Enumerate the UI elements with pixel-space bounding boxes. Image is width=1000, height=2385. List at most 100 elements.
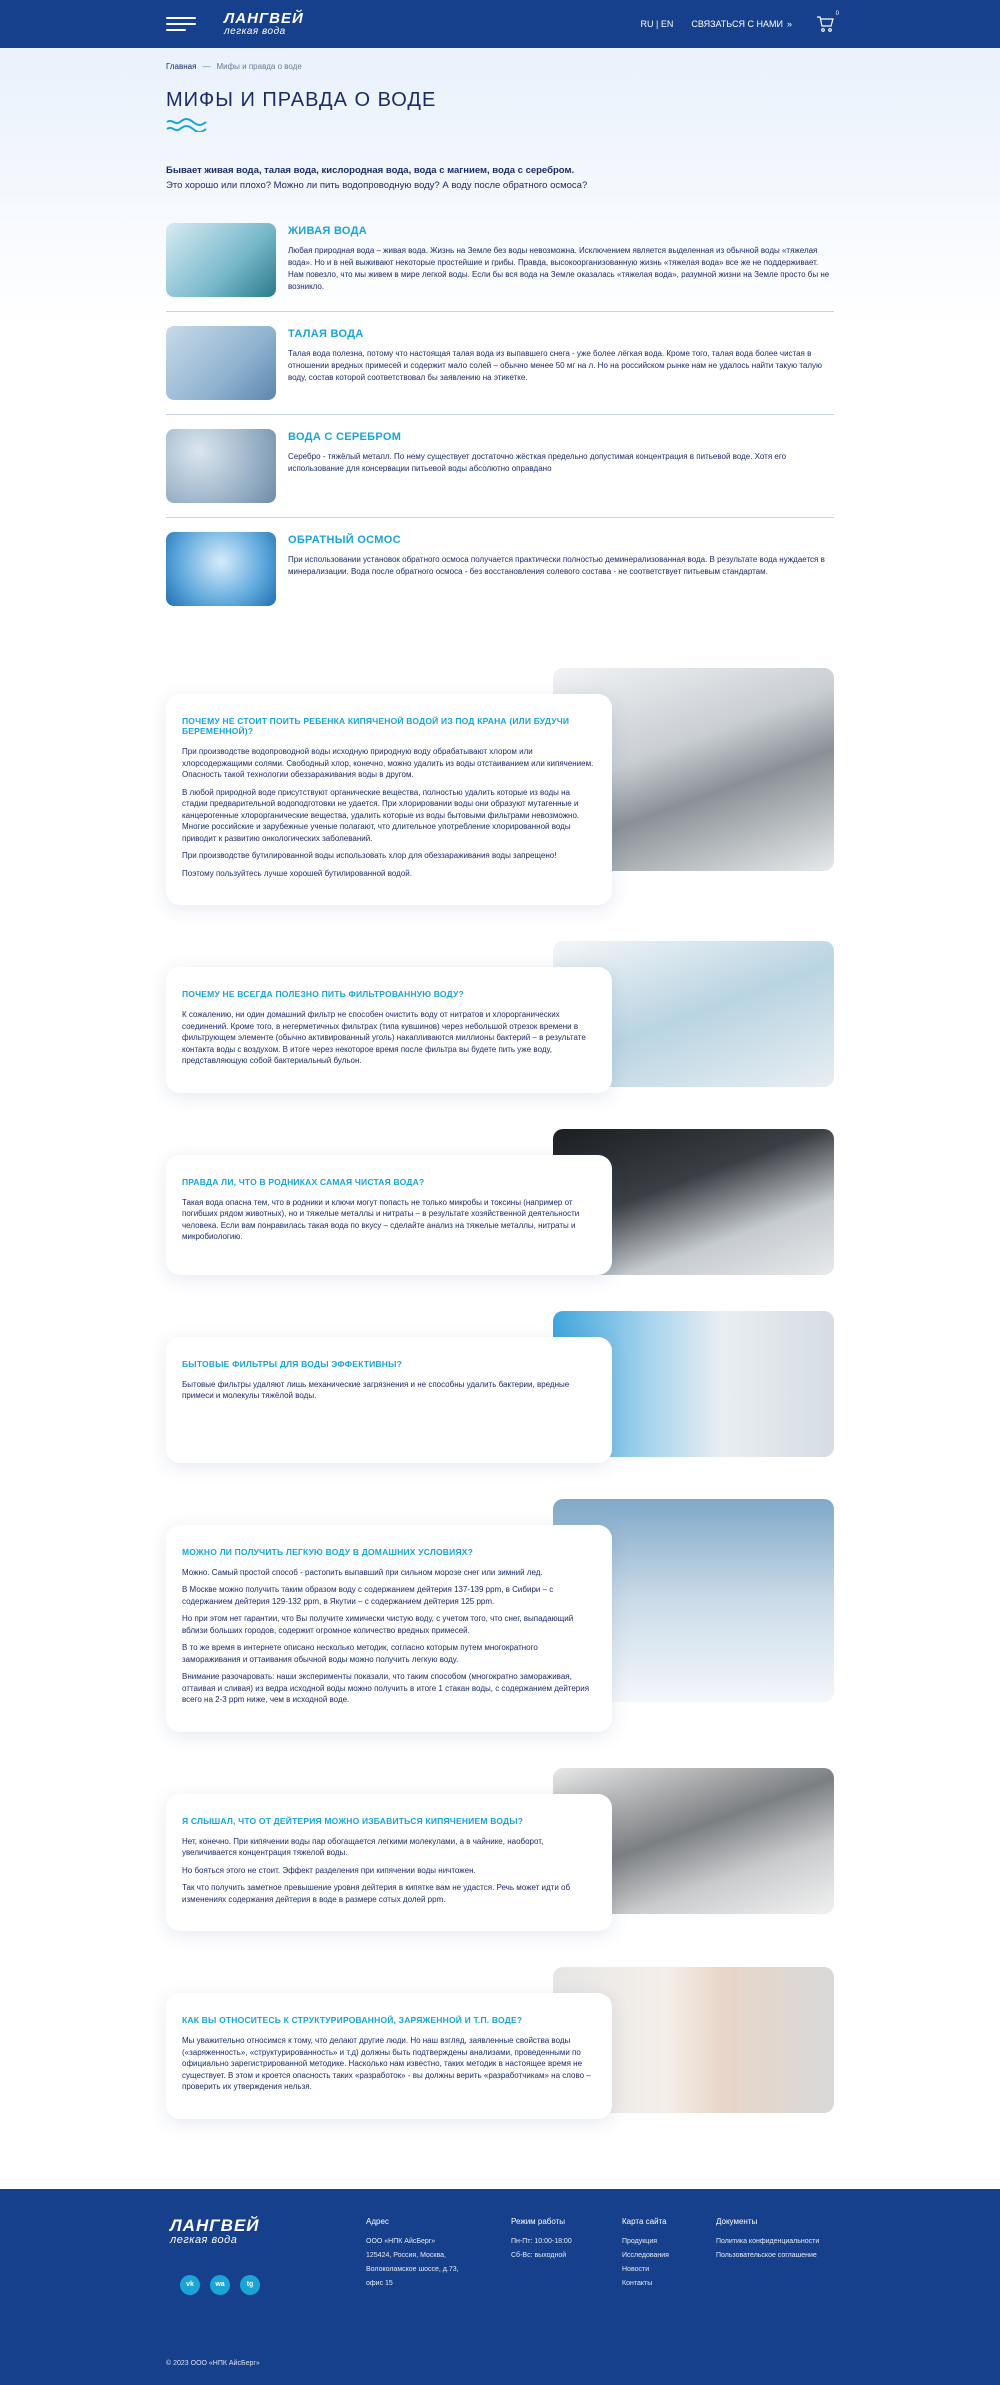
qa-paragraph: Такая вода опасна тем, что в родники и к… <box>182 1197 580 1242</box>
footer-hours-title: Режим работы <box>511 2216 566 2226</box>
footer-logo-main: ЛАНГВЕЙ <box>170 2215 260 2235</box>
topic-image <box>166 429 276 503</box>
qa-title: МОЖНО ЛИ ПОЛУЧИТЬ ЛЕГКУЮ ВОДУ В ДОМАШНИХ… <box>182 1546 474 1557</box>
footer-address-line: Волоколамское шоссе, д.73, <box>366 2265 459 2273</box>
topic-title: ОБРАТНЫЙ ОСМОС <box>288 534 401 546</box>
footer-link-products[interactable]: Продукция <box>622 2237 692 2247</box>
footer-link-research[interactable]: Исследования <box>622 2251 692 2261</box>
topics-list: ЖИВАЯ ВОДА Любая природная вода – живая в… <box>166 209 834 620</box>
qa-paragraph: Нет, конечно. При кипячении воды пар обо… <box>182 1836 544 1858</box>
footer-address-line: 125424, Россия, Москва, <box>366 2251 446 2259</box>
qa-paragraph: Но бояться этого не стоит. Эффект раздел… <box>182 1865 476 1875</box>
qa-block: ПОЧЕМУ НЕ ВСЕГДА ПОЛЕЗНО ПИТЬ ФИЛЬТРОВАН… <box>166 941 834 1093</box>
topic-image <box>166 532 276 606</box>
cart-icon[interactable]: 0 <box>816 11 839 33</box>
qa-card: ПОЧЕМУ НЕ ВСЕГДА ПОЛЕЗНО ПИТЬ ФИЛЬТРОВАН… <box>166 967 612 1093</box>
qa-block: БЫТОВЫЕ ФИЛЬТРЫ ДЛЯ ВОДЫ ЭФФЕКТИВНЫ? Быт… <box>166 1310 834 1463</box>
qa-block: ПОЧЕМУ НЕ СТОИТ ПОИТЬ РЕБЕНКА КИПЯЧЕНОЙ … <box>166 668 834 905</box>
qa-paragraph: В Москве можно получить таким образом во… <box>182 1585 554 1606</box>
topic-item: ОБРАТНЫЙ ОСМОС При использовании установо… <box>166 518 834 620</box>
qa-paragraph: Бытовые фильтры удаляют лишь механически… <box>182 1379 570 1401</box>
qa-card: ПОЧЕМУ НЕ СТОИТ ПОИТЬ РЕБЕНКА КИПЯЧЕНОЙ … <box>166 694 612 905</box>
footer-logo[interactable]: ЛАНГВЕЙ легкая вода <box>170 2217 260 2246</box>
cart-count: 0 <box>835 11 839 17</box>
topic-text: Серебро - тяжёлый металл. По нему сущест… <box>288 452 787 473</box>
footer-address-line: офис 15 <box>366 2279 393 2287</box>
qa-paragraph: При производстве водопроводной воды исхо… <box>182 747 594 779</box>
logo-sub: легкая вода <box>224 26 286 37</box>
breadcrumb-current: Мифы и правда о воде <box>216 62 302 71</box>
topic-item: ЖИВАЯ ВОДА Любая природная вода – живая в… <box>166 209 834 312</box>
topic-title: ТАЛАЯ ВОДА <box>288 328 364 340</box>
qa-paragraph: В то же время в интернете описано нескол… <box>182 1643 538 1664</box>
qa-title: ПОЧЕМУ НЕ ВСЕГДА ПОЛЕЗНО ПИТЬ ФИЛЬТРОВАН… <box>182 989 464 999</box>
topic-item: ТАЛАЯ ВОДА Талая вода полезна, потому что… <box>166 312 834 415</box>
qa-title: КАК ВЫ ОТНОСИТЕСЬ К СТРУКТУРИРОВАННОЙ, З… <box>182 2015 523 2025</box>
footer-link-contacts[interactable]: Контакты <box>622 2279 692 2289</box>
qa-block: Я СЛЫШАЛ, ЧТО ОТ ДЕЙТЕРИЯ МОЖНО ИЗБАВИТЬ… <box>166 1767 834 1931</box>
qa-block: КАК ВЫ ОТНОСИТЕСЬ К СТРУКТУРИРОВАННОЙ, З… <box>166 1967 834 2119</box>
footer-sitemap: Карта сайта Продукция Исследования Новос… <box>622 2217 692 2293</box>
contact-label: СВЯЗАТЬСЯ С НАМИ <box>691 19 783 29</box>
qa-card: ПРАВДА ЛИ, ЧТО В РОДНИКАХ САМАЯ ЧИСТАЯ В… <box>166 1154 612 1275</box>
qa-paragraph: Внимание разочаровать: наши эксперименты… <box>182 1672 590 1704</box>
qa-paragraph: Можно. Самый простой способ - растопить … <box>182 1567 543 1577</box>
qa-title: ПРАВДА ЛИ, ЧТО В РОДНИКАХ САМАЯ ЧИСТАЯ В… <box>182 1176 425 1187</box>
intro: Бывает живая вода, талая вода, кислородн… <box>166 163 834 193</box>
qa-card: МОЖНО ЛИ ПОЛУЧИТЬ ЛЕГКУЮ ВОДУ В ДОМАШНИХ… <box>166 1524 612 1732</box>
contact-button[interactable]: СВЯЗАТЬСЯ С НАМИ » <box>691 19 792 29</box>
qa-block: МОЖНО ЛИ ПОЛУЧИТЬ ЛЕГКУЮ ВОДУ В ДОМАШНИХ… <box>166 1498 834 1732</box>
topic-item: ВОДА С СЕРЕБРОМ Серебро - тяжёлый металл.… <box>166 415 834 518</box>
page-title: МИФЫ И ПРАВДА О ВОДЕ <box>166 89 437 111</box>
footer-address-line: ООО «НПК АйсБерг» <box>366 2237 436 2245</box>
footer-sitemap-title: Карта сайта <box>622 2216 667 2226</box>
footer-address: Адрес ООО «НПК АйсБерг» 125424, Россия, … <box>366 2217 466 2293</box>
intro-bold: Бывает живая вода, талая вода, кислородн… <box>166 165 575 176</box>
footer-hours-line: Сб-Вс: выходной <box>511 2251 567 2259</box>
qa-block: ПРАВДА ЛИ, ЧТО В РОДНИКАХ САМАЯ ЧИСТАЯ В… <box>166 1128 834 1275</box>
footer-documents-title: Документы <box>716 2216 758 2226</box>
social-links: vk wa tg <box>180 2274 260 2295</box>
qa-paragraph: Мы уважительно относимся к тому, что дел… <box>182 2036 591 2091</box>
telegram-icon[interactable]: tg <box>240 2274 260 2295</box>
breadcrumb-home[interactable]: Главная <box>166 62 196 71</box>
menu-icon[interactable] <box>166 17 196 31</box>
qa-paragraph: При производстве бутилированной воды исп… <box>182 851 557 860</box>
qa-paragraph: Так что получить заметное превышение уро… <box>182 1883 571 1904</box>
qa-paragraph: Но при этом нет гарантии, что Вы получит… <box>182 1614 574 1635</box>
qa-card: Я СЛЫШАЛ, ЧТО ОТ ДЕЙТЕРИЯ МОЖНО ИЗБАВИТЬ… <box>166 1793 612 1931</box>
vk-icon[interactable]: vk <box>180 2274 200 2295</box>
qa-paragraph: Поэтому пользуйтесь лучше хорошей бутили… <box>182 868 412 878</box>
topic-title: ЖИВАЯ ВОДА <box>288 225 368 237</box>
footer-hours-line: Пн-Пт: 10:00-18:00 <box>511 2237 572 2245</box>
qa-title: БЫТОВЫЕ ФИЛЬТРЫ ДЛЯ ВОДЫ ЭФФЕКТИВНЫ? <box>182 1358 402 1369</box>
breadcrumb-separator: — <box>202 62 211 71</box>
footer-logo-sub: легкая вода <box>170 2233 238 2246</box>
qa-card: БЫТОВЫЕ ФИЛЬТРЫ ДЛЯ ВОДЫ ЭФФЕКТИВНЫ? Быт… <box>166 1336 612 1463</box>
topic-title: ВОДА С СЕРЕБРОМ <box>288 431 402 443</box>
qa-title: ПОЧЕМУ НЕ СТОИТ ПОИТЬ РЕБЕНКА КИПЯЧЕНОЙ … <box>182 716 570 736</box>
qa-section: ПОЧЕМУ НЕ СТОИТ ПОИТЬ РЕБЕНКА КИПЯЧЕНОЙ … <box>166 668 834 2189</box>
topic-text: При использовании установок обратного ос… <box>288 555 825 576</box>
qa-paragraph: К сожалению, ни один домашний фильтр не … <box>182 1010 586 1065</box>
footer-link-agreement[interactable]: Пользовательское соглашение <box>716 2251 834 2261</box>
qa-card: КАК ВЫ ОТНОСИТЕСЬ К СТРУКТУРИРОВАННОЙ, З… <box>166 1993 612 2119</box>
logo-main: ЛАНГВЕЙ <box>224 10 304 27</box>
site-footer: ЛАНГВЕЙ легкая вода vk wa tg Адрес ООО «… <box>0 2188 1000 2385</box>
topic-text: Талая вода полезна, потому что настоящая… <box>288 349 823 382</box>
topic-image <box>166 223 276 297</box>
copyright: © 2023 ООО «НПК АйсБерг» <box>166 2359 260 2367</box>
main-content: Главная — Мифы и правда о воде МИФЫ И ПР… <box>0 48 1000 2189</box>
topic-image <box>166 326 276 400</box>
waves-icon <box>166 118 207 133</box>
footer-documents: Документы Политика конфиденциальности По… <box>716 2217 834 2265</box>
footer-address-title: Адрес <box>366 2216 389 2226</box>
language-switch[interactable]: RU | EN <box>641 19 674 29</box>
chevron-right-icon: » <box>786 19 792 29</box>
footer-link-privacy[interactable]: Политика конфиденциальности <box>716 2237 834 2247</box>
qa-title: Я СЛЫШАЛ, ЧТО ОТ ДЕЙТЕРИЯ МОЖНО ИЗБАВИТЬ… <box>182 1815 524 1826</box>
footer-hours: Режим работы Пн-Пт: 10:00-18:00 Сб-Вс: в… <box>511 2217 591 2265</box>
logo[interactable]: ЛАНГВЕЙ легкая вода <box>224 11 304 37</box>
whatsapp-icon[interactable]: wa <box>210 2274 230 2295</box>
footer-link-news[interactable]: Новости <box>622 2265 692 2275</box>
